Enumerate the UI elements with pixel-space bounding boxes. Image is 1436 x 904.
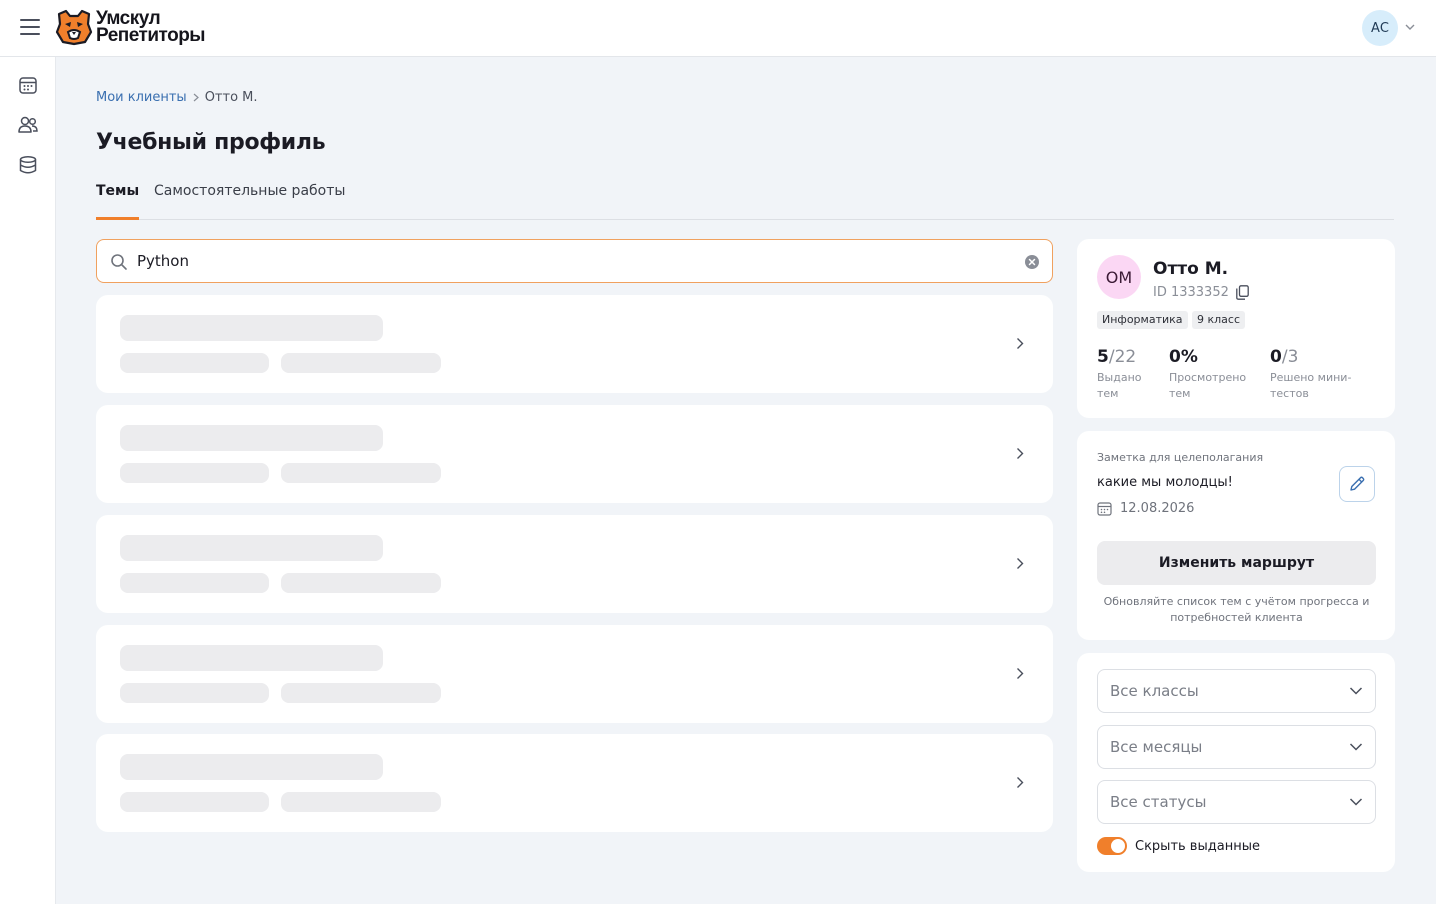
skeleton-title [120, 425, 383, 451]
topic-card-skeleton[interactable] [96, 734, 1053, 832]
chevron-down-icon [1349, 743, 1363, 751]
side-rail [0, 57, 56, 904]
top-bar: Умскул Репетиторы АС [0, 0, 1436, 57]
topic-card-skeleton[interactable] [96, 405, 1053, 503]
user-avatar[interactable]: АС [1362, 10, 1398, 46]
stat-tests: 0/3 Решено мини-тестов [1270, 347, 1366, 402]
search-icon [111, 254, 127, 270]
goal-note-card: Заметка для целеполагания какие мы молод… [1077, 431, 1395, 640]
stat-issued-value: 5 [1097, 347, 1109, 367]
search-box [96, 239, 1053, 283]
chevron-down-icon [1349, 798, 1363, 806]
calendar-icon [1097, 502, 1112, 516]
skeleton-meta [281, 792, 441, 812]
skeleton-meta [120, 353, 269, 373]
skeleton-title [120, 315, 383, 341]
stat-viewed: 0% Просмотрено тем [1169, 347, 1255, 402]
skeleton-meta [120, 463, 269, 483]
hide-issued-toggle[interactable] [1097, 837, 1127, 855]
note-date-text: 12.08.2026 [1120, 501, 1195, 516]
skeleton-meta [281, 683, 441, 703]
stat-viewed-value: 0% [1169, 347, 1198, 367]
page-title: Учебный профиль [96, 130, 326, 155]
stat-tests-total: /3 [1281, 347, 1299, 367]
breadcrumb-current: Отто М. [204, 90, 258, 105]
logo-line-2: Репетиторы [96, 25, 206, 46]
grade-tag: 9 класс [1192, 311, 1246, 329]
skeleton-meta [281, 573, 441, 593]
calendar-icon[interactable] [18, 75, 38, 95]
client-id: ID 1333352 [1153, 285, 1249, 300]
filters-card: Все классы Все месяцы Все статусы Скрыть… [1077, 653, 1395, 872]
status-filter-select[interactable]: Все статусы [1097, 780, 1376, 824]
topic-card-skeleton[interactable] [96, 625, 1053, 723]
tab-topics[interactable]: Темы [96, 183, 140, 220]
search-input[interactable] [137, 250, 1007, 272]
chevron-down-icon [1349, 687, 1363, 695]
stat-issued-total: /22 [1108, 347, 1137, 367]
chevron-right-icon [1017, 338, 1024, 349]
logo[interactable]: Умскул Репетиторы [55, 8, 206, 46]
skeleton-title [120, 535, 383, 561]
skeleton-meta [281, 353, 441, 373]
chevron-right-icon [1017, 448, 1024, 459]
note-label: Заметка для целеполагания [1097, 451, 1264, 464]
client-card: ОМ Отто М. ID 1333352 Информатика 9 клас… [1077, 239, 1395, 418]
skeleton-meta [120, 573, 269, 593]
chevron-down-icon[interactable] [1405, 22, 1415, 32]
hide-issued-label: Скрыть выданные [1135, 838, 1260, 854]
month-filter-label: Все месяцы [1110, 738, 1203, 756]
client-avatar: ОМ [1097, 255, 1141, 299]
stat-tests-value: 0 [1270, 347, 1282, 367]
client-id-text: ID 1333352 [1153, 285, 1229, 300]
grade-filter-select[interactable]: Все классы [1097, 669, 1376, 713]
grade-filter-label: Все классы [1110, 682, 1199, 700]
chevron-right-icon [1017, 668, 1024, 679]
skeleton-title [120, 754, 383, 780]
route-hint: Обновляйте список тем с учётом прогресса… [1103, 595, 1370, 624]
stat-tests-label: Решено мини-тестов [1270, 371, 1352, 400]
subject-tag: Информатика [1097, 311, 1188, 329]
copy-icon[interactable] [1236, 285, 1249, 300]
note-text: какие мы молодцы! [1097, 475, 1233, 490]
users-icon[interactable] [18, 115, 38, 135]
tab-bar: Темы Самостоятельные работы [96, 180, 1394, 220]
stat-issued-label: Выдано тем [1097, 371, 1142, 400]
edit-note-button[interactable] [1339, 466, 1375, 502]
month-filter-select[interactable]: Все месяцы [1097, 725, 1376, 769]
pencil-icon [1350, 476, 1365, 491]
client-name: Отто М. [1153, 259, 1229, 279]
chevron-right-icon [1017, 777, 1024, 788]
breadcrumb-my-clients[interactable]: Мои клиенты [96, 90, 187, 105]
status-filter-label: Все статусы [1110, 793, 1207, 811]
change-route-button[interactable]: Изменить маршрут [1097, 541, 1376, 585]
skeleton-meta [120, 792, 269, 812]
stat-issued: 5/22 Выдано тем [1097, 347, 1153, 402]
database-icon[interactable] [18, 155, 38, 175]
breadcrumb: Мои клиенты Отто М. [96, 90, 258, 105]
bear-logo-icon [55, 9, 93, 46]
stat-viewed-label: Просмотрено тем [1169, 371, 1247, 400]
clear-search-icon[interactable] [1024, 254, 1040, 270]
menu-icon[interactable] [20, 19, 40, 35]
chevron-right-icon [193, 93, 199, 102]
topic-card-skeleton[interactable] [96, 295, 1053, 393]
topic-card-skeleton[interactable] [96, 515, 1053, 613]
tab-self-works[interactable]: Самостоятельные работы [154, 183, 345, 220]
chevron-right-icon [1017, 558, 1024, 569]
skeleton-meta [281, 463, 441, 483]
note-date: 12.08.2026 [1097, 501, 1194, 516]
hide-issued-row: Скрыть выданные [1097, 837, 1260, 855]
skeleton-meta [120, 683, 269, 703]
skeleton-title [120, 645, 383, 671]
